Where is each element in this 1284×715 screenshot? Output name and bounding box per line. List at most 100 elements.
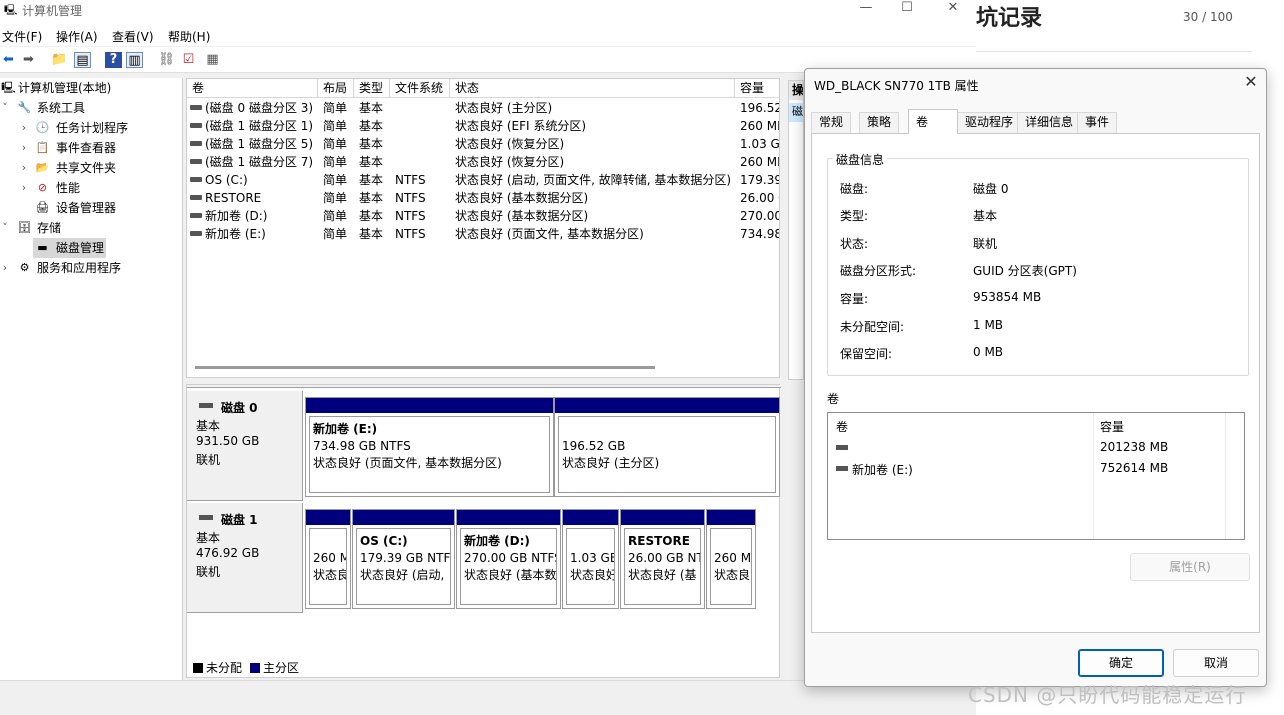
chevron-right-icon[interactable]: › xyxy=(19,158,29,178)
tree-item-event-viewer[interactable]: › 📋 事件查看器 xyxy=(0,138,183,158)
table-row[interactable]: 新加卷 (D:) 简单 基本 NTFS 状态良好 (基本数据分区) 270.00 xyxy=(187,207,780,225)
partition-disk1-7[interactable]: 260 M 状态良 xyxy=(706,509,756,609)
vol-table-row[interactable]: 新加卷 (E:) 752614 MB xyxy=(828,458,1244,478)
cell-volume: (磁盘 1 磁盘分区 7) xyxy=(190,153,313,171)
partition-status: 状态良好 (启动, xyxy=(360,568,445,582)
vol-table-header-volume[interactable]: 卷 xyxy=(836,418,848,435)
tree-item-device-manager[interactable]: 🖨 设备管理器 xyxy=(0,198,183,218)
table-row[interactable]: (磁盘 1 磁盘分区 7) 简单基本 状态良好 (恢复分区) 260 MB xyxy=(187,153,779,171)
tree-item-disk-management[interactable]: ▬ 磁盘管理 xyxy=(33,238,106,258)
partition-name: OS (C:) xyxy=(360,534,408,548)
tab-driver[interactable]: 驱动程序 xyxy=(957,112,1022,133)
disk-size: 931.50 GB xyxy=(196,434,260,448)
partition-disk1-5[interactable]: 1.03 GB 状态良好 xyxy=(562,509,619,609)
partition-status: 状态良好 (基 xyxy=(628,568,697,582)
partition-disk1-d[interactable]: 新加卷 (D:) 270.00 GB NTFS 状态良好 (基本数 xyxy=(456,509,561,609)
cell-type: 基本 xyxy=(359,171,383,189)
chevron-right-icon[interactable]: › xyxy=(0,258,10,278)
tree-item-task-scheduler[interactable]: › 🕒 任务计划程序 xyxy=(0,118,183,138)
tree-item-services-applications[interactable]: › ⚙ 服务和应用程序 xyxy=(0,258,183,278)
back-arrow-icon[interactable]: ⬅ xyxy=(0,52,17,68)
column-header-filesystem[interactable]: 文件系统 xyxy=(390,79,450,98)
tree-item-storage[interactable]: ˅ 🗄 存储 xyxy=(0,218,183,238)
menu-help[interactable]: 帮助(H) xyxy=(168,28,210,45)
cell-capacity-text: 270.00 xyxy=(740,209,780,223)
partition-disk0-3[interactable]: 196.52 GB 状态良好 (主分区) xyxy=(554,397,780,497)
forward-arrow-icon[interactable]: ➡ xyxy=(20,52,37,68)
column-header-volume[interactable]: 卷 xyxy=(187,79,318,98)
column-header-status[interactable]: 状态 xyxy=(450,79,735,98)
disk-0-label[interactable]: 磁盘 0 基本 931.50 GB 联机 xyxy=(187,391,303,501)
partition-disk1-1[interactable]: 260 M 状态良 xyxy=(305,509,351,609)
action-pane: 操 磁 xyxy=(788,80,804,380)
menu-file[interactable]: 文件(F) xyxy=(2,28,42,45)
ok-button[interactable]: 确定 xyxy=(1078,649,1164,677)
cell-layout-text: 简单 xyxy=(323,227,348,241)
minimize-button[interactable]: — xyxy=(843,0,889,18)
vol-table-header-capacity[interactable]: 容量 xyxy=(1100,418,1124,435)
primary-partition-bar xyxy=(457,510,560,525)
column-header-layout[interactable]: 布局 xyxy=(318,79,354,98)
cell-layout-text: 简单 xyxy=(323,137,348,151)
checklist-icon[interactable]: ☑ xyxy=(180,52,197,68)
chevron-right-icon[interactable]: › xyxy=(19,178,29,198)
tree-item-system-tools[interactable]: ˅ 🔧 系统工具 xyxy=(0,98,183,118)
chevron-right-icon[interactable]: › xyxy=(19,118,29,138)
tree-item-computer-management[interactable]: 🖳 计算机管理(本地) xyxy=(0,78,183,98)
action-pane-icon[interactable]: ▥ xyxy=(126,52,143,68)
info-key-disk: 磁盘: xyxy=(840,182,869,196)
cell-layout: 简单 xyxy=(323,171,347,189)
cancel-button[interactable]: 取消 xyxy=(1173,649,1259,677)
properties-button[interactable]: 属性(R) xyxy=(1130,553,1250,581)
table-row[interactable]: 新加卷 (E:) 简单 基本 NTFS 状态良好 (页面文件, 基本数据分区) 734.9… xyxy=(187,225,779,243)
partition-disk0-e[interactable]: 新加卷 (E:) 734.98 GB NTFS 状态良好 (页面文件, 基本数据… xyxy=(305,397,554,497)
connect-icon[interactable]: ⛓ xyxy=(158,52,175,68)
disk-1-label[interactable]: 磁盘 1 基本 476.92 GB 联机 xyxy=(187,503,303,613)
column-header-capacity[interactable]: 容量 xyxy=(735,79,779,98)
table-row[interactable]: (磁盘 0 磁盘分区 3) 简单 基本 状态良好 (主分区) 196.52 xyxy=(187,99,779,117)
table-row[interactable]: (磁盘 1 磁盘分区 1) 简单基本 状态良好 (EFI 系统分区) 260 MB xyxy=(187,117,779,135)
help-icon[interactable]: ? xyxy=(105,52,122,68)
volumes-table: 卷 容量 201238 MB 新加卷 (E:) 752614 MB xyxy=(827,412,1245,540)
tree-item-shared-folders[interactable]: › 📂 共享文件夹 xyxy=(0,158,183,178)
partition-disk1-restore[interactable]: RESTORE 26.00 GB NT 状态良好 (基 xyxy=(620,509,705,609)
table-row[interactable]: OS (C:) 简单 基本 NTFS 状态良好 (启动, 页面文件, 故障转储, 基本数… xyxy=(187,171,779,189)
cell-volume: OS (C:) xyxy=(190,171,248,189)
chevron-down-icon[interactable]: ˅ xyxy=(0,218,10,238)
tree-label: 服务和应用程序 xyxy=(37,261,122,275)
table-row[interactable]: RESTORE 简单基本 NTFS 状态良好 (基本数据分区) 26.00 G xyxy=(187,189,779,207)
tab-details[interactable]: 详细信息 xyxy=(1017,112,1082,133)
tab-policies[interactable]: 策略 xyxy=(859,112,900,133)
tree-item-performance[interactable]: › ⊘ 性能 xyxy=(0,178,183,198)
properties-list-icon[interactable]: ▦ xyxy=(204,52,221,68)
tab-volumes[interactable]: 卷 xyxy=(908,109,958,134)
table-row[interactable]: (磁盘 1 磁盘分区 5) 简单基本 状态良好 (恢复分区) 1.03 GB xyxy=(187,135,779,153)
maximize-button[interactable]: ☐ xyxy=(884,0,930,18)
horizontal-scrollbar[interactable] xyxy=(195,366,655,369)
splitter[interactable] xyxy=(187,385,781,388)
partition-status: 状态良 xyxy=(313,568,347,582)
menu-view[interactable]: 查看(V) xyxy=(112,28,154,45)
chevron-right-icon[interactable]: › xyxy=(19,138,29,158)
cell-volume: 新加卷 (E:) xyxy=(190,225,266,243)
close-button[interactable]: ✕ xyxy=(930,0,976,18)
partition-name xyxy=(714,533,751,550)
close-icon[interactable]: ✕ xyxy=(1242,73,1260,91)
disk-info-label: 磁盘信息 xyxy=(833,151,888,168)
partition-disk1-c[interactable]: OS (C:) 179.39 GB NTF 状态良好 (启动, xyxy=(352,509,455,609)
vol-table-row[interactable]: 201238 MB xyxy=(828,437,1244,457)
action-pane-item[interactable]: 磁 xyxy=(789,103,803,122)
tab-events[interactable]: 事件 xyxy=(1077,112,1118,133)
cell-status-text: 状态良好 (基本数据分区) xyxy=(455,209,589,223)
cell-layout: 简单 xyxy=(323,135,347,153)
partition-name xyxy=(562,421,775,438)
menu-action[interactable]: 操作(A) xyxy=(56,28,98,45)
chevron-down-icon[interactable]: ˅ xyxy=(0,98,10,118)
partition-size: 196.52 GB xyxy=(562,439,626,453)
column-header-type[interactable]: 类型 xyxy=(354,79,390,98)
title-char-counter: 30 / 100 xyxy=(1183,10,1233,24)
vol-table-capacity: 752614 MB xyxy=(1100,461,1169,475)
show-hide-tree-icon[interactable]: ▤ xyxy=(74,52,91,68)
up-folder-icon[interactable]: 📁 xyxy=(51,52,68,68)
tab-general[interactable]: 常规 xyxy=(811,112,852,133)
